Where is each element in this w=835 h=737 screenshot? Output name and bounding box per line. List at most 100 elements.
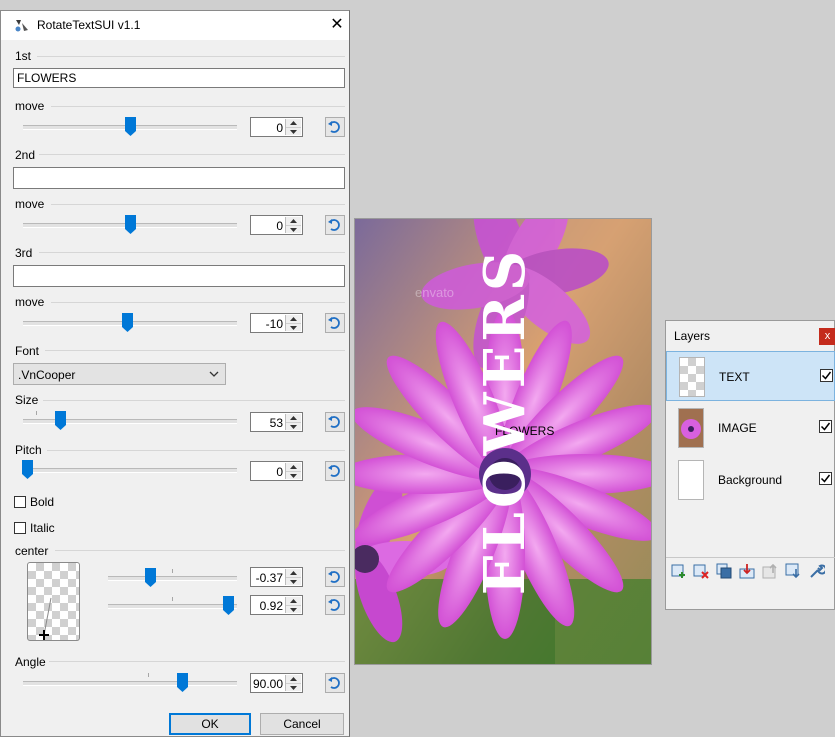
pitch-thumb[interactable] xyxy=(22,460,33,479)
angle-field[interactable]: 90.00 xyxy=(250,673,303,693)
layer-row-text[interactable]: TEXT xyxy=(666,351,835,401)
size-field[interactable]: 53 xyxy=(250,412,303,432)
size-thumb[interactable] xyxy=(55,411,66,430)
layers-close-icon[interactable]: x xyxy=(819,328,835,345)
pitch-field[interactable]: 0 xyxy=(250,461,303,481)
spin-down-icon[interactable] xyxy=(286,422,301,431)
line3-input[interactable] xyxy=(13,265,345,287)
slider-tick xyxy=(172,597,173,601)
dialog-titlebar[interactable]: RotateTextSUI v1.1 ✕ xyxy=(1,11,349,40)
layer-visibility-checkbox[interactable] xyxy=(819,472,832,485)
duplicate-layer-icon[interactable] xyxy=(716,563,732,579)
spin-buttons xyxy=(285,675,301,691)
spin-up-icon[interactable] xyxy=(286,217,301,225)
spin-down-icon[interactable] xyxy=(286,577,301,586)
line2-input[interactable] xyxy=(13,167,345,189)
line1-move-field[interactable]: 0 xyxy=(250,117,303,137)
line3-move-field[interactable]: -10 xyxy=(250,313,303,333)
delete-layer-icon[interactable] xyxy=(693,563,709,579)
angle-thumb[interactable] xyxy=(177,673,188,692)
spin-up-icon[interactable] xyxy=(286,119,301,127)
layer-visibility-checkbox[interactable] xyxy=(819,420,832,433)
move-up-icon[interactable] xyxy=(762,563,778,579)
cancel-button[interactable]: Cancel xyxy=(260,713,344,735)
spin-down-icon[interactable] xyxy=(286,225,301,234)
center-y-value: 0.92 xyxy=(259,599,283,613)
center-y-field[interactable]: 0.92 xyxy=(250,595,303,615)
angle-label: Angle xyxy=(15,655,46,669)
separator xyxy=(45,350,345,351)
close-icon[interactable]: ✕ xyxy=(327,15,347,35)
center-y-track[interactable] xyxy=(108,604,237,609)
image-canvas[interactable]: envato FLOWERS FLOWERS xyxy=(354,218,652,665)
bold-checkbox[interactable] xyxy=(14,496,26,508)
italic-label: Italic xyxy=(30,521,55,535)
line3-move-thumb[interactable] xyxy=(122,313,133,332)
spin-down-icon[interactable] xyxy=(286,683,301,692)
properties-icon[interactable] xyxy=(809,563,825,579)
center-x-value: -0.37 xyxy=(255,571,283,585)
italic-checkbox[interactable] xyxy=(14,522,26,534)
spin-down-icon[interactable] xyxy=(286,471,301,480)
layer-visibility-checkbox[interactable] xyxy=(820,369,833,382)
merge-down-icon[interactable] xyxy=(739,563,755,579)
font-select[interactable]: .VnCooper xyxy=(13,363,226,385)
center-picker[interactable] xyxy=(27,562,80,641)
center-y-reset-button[interactable] xyxy=(325,595,345,615)
reset-icon xyxy=(328,121,340,133)
reset-icon xyxy=(328,571,340,583)
reset-icon xyxy=(328,317,340,329)
line1-move-reset-button[interactable] xyxy=(325,117,345,137)
center-x-field[interactable]: -0.37 xyxy=(250,567,303,587)
check-icon xyxy=(821,371,832,380)
line1-input[interactable]: FLOWERS xyxy=(13,68,345,88)
spin-up-icon[interactable] xyxy=(286,315,301,323)
separator xyxy=(55,550,345,551)
angle-reset-button[interactable] xyxy=(325,673,345,693)
spin-down-icon[interactable] xyxy=(286,323,301,332)
layer-thumbnail xyxy=(678,460,704,500)
angle-track[interactable] xyxy=(23,681,237,686)
move-down-icon[interactable] xyxy=(785,563,801,579)
line2-move-thumb[interactable] xyxy=(125,215,136,234)
line2-move-field[interactable]: 0 xyxy=(250,215,303,235)
add-layer-icon[interactable] xyxy=(671,563,687,579)
spin-up-icon[interactable] xyxy=(286,569,301,577)
angle-value: 90.00 xyxy=(252,677,283,691)
line2-move-reset-button[interactable] xyxy=(325,215,345,235)
center-x-thumb[interactable] xyxy=(145,568,156,587)
ok-button[interactable]: OK xyxy=(169,713,251,735)
separator xyxy=(39,252,345,253)
line3-move-label: move xyxy=(15,295,45,309)
layer-row-background[interactable]: Background xyxy=(666,455,835,505)
spin-up-icon[interactable] xyxy=(286,597,301,605)
line2-move-value: 0 xyxy=(276,219,283,233)
layer-thumbnail xyxy=(678,408,704,448)
pitch-reset-button[interactable] xyxy=(325,461,345,481)
spin-up-icon[interactable] xyxy=(286,414,301,422)
size-reset-button[interactable] xyxy=(325,412,345,432)
layer-thumbnail xyxy=(679,357,705,397)
layer-row-image[interactable]: IMAGE xyxy=(666,403,835,453)
spin-down-icon[interactable] xyxy=(286,127,301,136)
separator xyxy=(43,400,345,401)
font-label: Font xyxy=(15,344,40,358)
reset-icon xyxy=(328,465,340,477)
app-icon xyxy=(15,20,28,32)
spin-buttons xyxy=(285,597,301,613)
line1-move-label: move xyxy=(15,99,45,113)
pitch-value: 0 xyxy=(276,465,283,479)
line1-move-thumb[interactable] xyxy=(125,117,136,136)
spin-up-icon[interactable] xyxy=(286,463,301,471)
center-x-reset-button[interactable] xyxy=(325,567,345,587)
spin-up-icon[interactable] xyxy=(286,675,301,683)
line2-move-label: move xyxy=(15,197,45,211)
center-x-track[interactable] xyxy=(108,576,237,581)
line3-move-reset-button[interactable] xyxy=(325,313,345,333)
spin-buttons xyxy=(285,569,301,585)
size-label: Size xyxy=(15,393,39,407)
spin-down-icon[interactable] xyxy=(286,605,301,614)
center-y-thumb[interactable] xyxy=(223,596,234,615)
pitch-track[interactable] xyxy=(23,468,237,473)
reset-icon xyxy=(328,599,340,611)
